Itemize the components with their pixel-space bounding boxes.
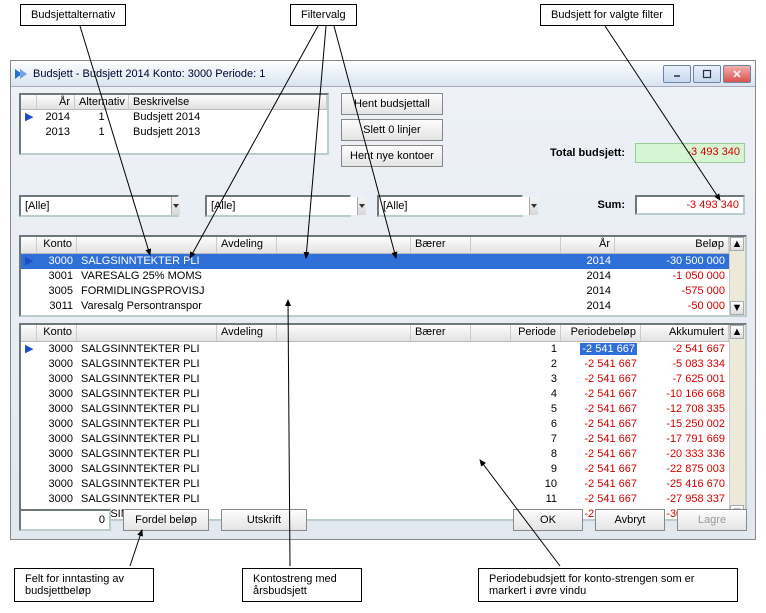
scroll-up-icon[interactable]: ▲ xyxy=(730,237,744,251)
table-row[interactable]: 3011 Varesalg Persontranspor 2014 -50 00… xyxy=(21,299,729,314)
hent-nye-kontoer-button[interactable]: Hent nye kontoer xyxy=(341,145,443,167)
col-akkumulert[interactable]: Akkumulert xyxy=(641,325,729,341)
chevron-down-icon[interactable] xyxy=(171,197,180,215)
account-year-grid[interactable]: Konto Avdeling Bærer År Beløp ▶ 3000 SAL… xyxy=(19,235,747,317)
table-row[interactable]: 3000 SALGSINNTEKTER PLI 5 -2 541 667 -12… xyxy=(21,402,729,417)
total-budsjett-value: -3 493 340 xyxy=(635,143,745,163)
fordel-belop-button[interactable]: Fordel beløp xyxy=(123,509,209,531)
scrollbar[interactable]: ▲ ▼ xyxy=(729,237,745,315)
table-row[interactable]: 3000 SALGSINNTEKTER PLI 2 -2 541 667 -5 … xyxy=(21,357,729,372)
hent-budsjettall-button[interactable]: Hent budsjettall xyxy=(341,93,443,115)
col-konto[interactable]: Konto xyxy=(37,237,77,253)
maximize-button[interactable] xyxy=(693,65,721,83)
titlebar: Budsjett - Budsjett 2014 Konto: 3000 Per… xyxy=(11,61,755,87)
budget-window: Budsjett - Budsjett 2014 Konto: 3000 Per… xyxy=(10,60,756,540)
table-row[interactable]: 3000 SALGSINNTEKTER PLI 4 -2 541 667 -10… xyxy=(21,387,729,402)
filter-2-combo[interactable] xyxy=(205,195,351,217)
table-row[interactable]: 3000 SALGSINNTEKTER PLI 6 -2 541 667 -15… xyxy=(21,417,729,432)
table-row[interactable]: ▶ 2014 1 Budsjett 2014 xyxy=(21,110,327,125)
chevron-down-icon[interactable] xyxy=(529,197,538,215)
filter-3-input[interactable] xyxy=(379,197,529,215)
total-budsjett-label: Total budsjett: xyxy=(550,147,625,159)
callout-total-filter: Budsjett for valgte filter xyxy=(540,4,674,26)
table-row[interactable]: 3000 SALGSINNTEKTER PLI 8 -2 541 667 -20… xyxy=(21,447,729,462)
app-icon xyxy=(15,67,29,81)
filter-1-input[interactable] xyxy=(21,197,171,215)
utskrift-button[interactable]: Utskrift xyxy=(221,509,307,531)
table-row[interactable]: 3000 SALGSINNTEKTER PLI 3 -2 541 667 -7 … xyxy=(21,372,729,387)
ok-button[interactable]: OK xyxy=(513,509,583,531)
lagre-button[interactable]: Lagre xyxy=(677,509,747,531)
callout-kontostreng: Kontostreng med årsbudsjett xyxy=(242,568,362,602)
col-baerer[interactable]: Bærer xyxy=(411,237,471,253)
col-avdeling[interactable]: Avdeling xyxy=(217,325,277,341)
filter-2-input[interactable] xyxy=(207,197,357,215)
table-row[interactable]: ▶ 3000 SALGSINNTEKTER PLI 2014 -30 500 0… xyxy=(21,254,729,269)
callout-budsjettalternativ: Budsjettalternativ xyxy=(20,4,126,26)
slett-0-linjer-button[interactable]: Slett 0 linjer xyxy=(341,119,443,141)
col-periodebelop[interactable]: Periodebeløp xyxy=(561,325,641,341)
table-row[interactable]: 3001 VARESALG 25% MOMS 2014 -1 050 000 xyxy=(21,269,729,284)
col-beskrivelse[interactable]: Beskrivelse xyxy=(129,95,327,109)
alternative-table[interactable]: År Alternativ Beskrivelse ▶ 2014 1 Budsj… xyxy=(19,93,329,155)
callout-periodebudsjett: Periodebudsjett for konto-strengen som e… xyxy=(478,568,738,602)
table-row[interactable]: ▶ 3000 SALGSINNTEKTER PLI 1 -2 541 667 -… xyxy=(21,342,729,357)
table-row[interactable]: 3005 FORMIDLINGSPROVISJ 2014 -575 000 xyxy=(21,284,729,299)
col-aar[interactable]: År xyxy=(561,237,615,253)
amount-input[interactable] xyxy=(19,509,111,531)
scroll-up-icon[interactable]: ▲ xyxy=(730,325,744,339)
sum-value: -3 493 340 xyxy=(635,195,745,215)
minimize-button[interactable] xyxy=(663,65,691,83)
table-row[interactable]: 3000 SALGSINNTEKTER PLI 7 -2 541 667 -17… xyxy=(21,432,729,447)
table-row[interactable]: 3000 SALGSINNTEKTER PLI 10 -2 541 667 -2… xyxy=(21,477,729,492)
col-baerer[interactable]: Bærer xyxy=(411,325,471,341)
table-row[interactable]: 3000 SALGSINNTEKTER PLI 11 -2 541 667 -2… xyxy=(21,492,729,507)
callout-amount-field: Felt for inntasting av budsjettbeløp xyxy=(14,568,154,602)
col-periode[interactable]: Periode xyxy=(511,325,561,341)
scrollbar[interactable]: ▲ ▼ xyxy=(729,325,745,519)
table-row[interactable]: 2013 1 Budsjett 2013 xyxy=(21,125,327,140)
callout-filtervalg: Filtervalg xyxy=(290,4,357,26)
period-grid[interactable]: Konto Avdeling Bærer Periode Periodebelø… xyxy=(19,323,747,521)
window-title: Budsjett - Budsjett 2014 Konto: 3000 Per… xyxy=(33,68,265,80)
col-avdeling[interactable]: Avdeling xyxy=(217,237,277,253)
avbryt-button[interactable]: Avbryt xyxy=(595,509,665,531)
col-belop[interactable]: Beløp xyxy=(615,237,729,253)
filter-3-combo[interactable] xyxy=(377,195,523,217)
filter-1-combo[interactable] xyxy=(19,195,179,217)
table-row[interactable]: 3000 SALGSINNTEKTER PLI 9 -2 541 667 -22… xyxy=(21,462,729,477)
col-aar[interactable]: År xyxy=(37,95,75,109)
close-button[interactable] xyxy=(723,65,751,83)
chevron-down-icon[interactable] xyxy=(357,197,366,215)
sum-label: Sum: xyxy=(598,199,626,211)
scroll-down-icon[interactable]: ▼ xyxy=(730,301,744,315)
col-konto[interactable]: Konto xyxy=(37,325,77,341)
col-alternativ[interactable]: Alternativ xyxy=(75,95,129,109)
